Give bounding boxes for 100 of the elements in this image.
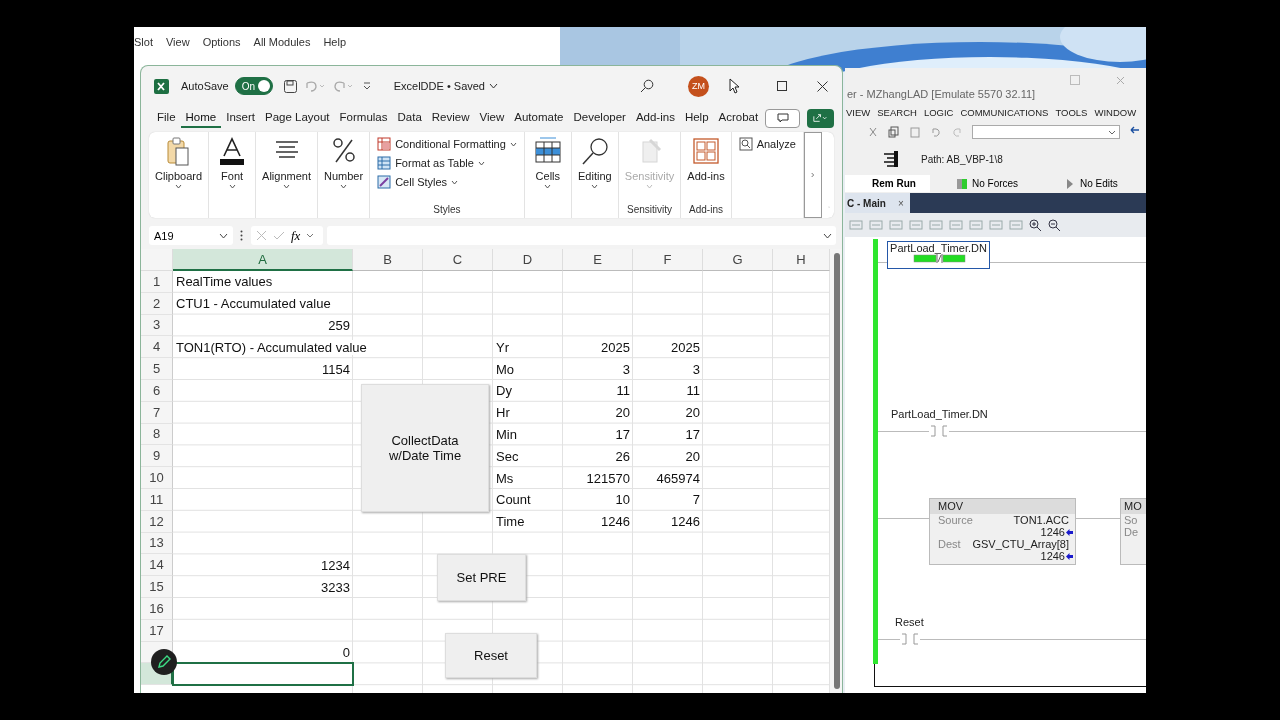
- maximize-icon[interactable]: [777, 81, 787, 91]
- column-header[interactable]: F: [633, 249, 703, 271]
- row-header[interactable]: 12: [141, 510, 173, 533]
- check-icon[interactable]: [273, 230, 285, 241]
- menu-item[interactable]: COMMUNICATIONS: [960, 106, 1049, 118]
- ribbon-tab[interactable]: Add-ins: [630, 108, 680, 128]
- row-header[interactable]: 13: [141, 532, 173, 555]
- ribbon-tab[interactable]: File: [152, 108, 181, 128]
- rung-edit-icon[interactable]: [849, 219, 863, 231]
- column-header[interactable]: G: [703, 249, 773, 271]
- menu-item[interactable]: Options: [202, 36, 241, 48]
- ribbon-tab[interactable]: Acrobat: [713, 108, 764, 128]
- row-header[interactable]: 3: [141, 314, 173, 337]
- ribbon-button[interactable]: Editing: [571, 136, 618, 215]
- ribbon-button[interactable]: Analyze: [736, 136, 798, 152]
- ribbon-tab[interactable]: Insert: [221, 108, 260, 128]
- column-header[interactable]: B: [353, 249, 423, 271]
- rung-edit-icon[interactable]: [989, 219, 1003, 231]
- row-header[interactable]: 9: [141, 445, 173, 468]
- row-header[interactable]: 11: [141, 488, 173, 511]
- vertical-scrollbar[interactable]: [830, 249, 842, 693]
- comments-button[interactable]: [765, 108, 800, 128]
- ribbon-tab[interactable]: Formulas: [334, 108, 393, 128]
- copy-icon[interactable]: [888, 126, 900, 138]
- formula-input[interactable]: [327, 226, 836, 245]
- autosave-toggle[interactable]: On: [234, 77, 273, 95]
- mov-block[interactable]: MO So De: [1120, 498, 1146, 565]
- ribbon-button[interactable]: Clipboard: [149, 136, 209, 215]
- ribbon-button[interactable]: Cell Styles: [375, 174, 519, 190]
- ribbon-button[interactable]: Alignment: [256, 136, 317, 215]
- paste-icon[interactable]: [909, 126, 921, 138]
- routine-tab[interactable]: C - Main ×: [845, 193, 910, 213]
- ribbon-tab[interactable]: Page Layout: [260, 108, 335, 128]
- rung-edit-icon[interactable]: [889, 219, 903, 231]
- row-header[interactable]: 14: [141, 554, 173, 577]
- undo-icon[interactable]: [930, 126, 942, 138]
- menu-item[interactable]: WINDOW: [1094, 106, 1137, 118]
- row-header[interactable]: 15: [141, 576, 173, 598]
- ribbon-tab[interactable]: Help: [679, 108, 714, 128]
- menu-item[interactable]: SEARCH: [877, 106, 917, 118]
- sheet-button[interactable]: Set PRE: [437, 554, 526, 601]
- rung-edit-icon[interactable]: [909, 219, 923, 231]
- sheet-button[interactable]: CollectData w/Date Time: [361, 384, 489, 512]
- menu-item[interactable]: Slot: [134, 36, 153, 48]
- row-header[interactable]: 8: [141, 423, 173, 446]
- menu-item[interactable]: LOGIC: [923, 106, 954, 118]
- undo-icon[interactable]: [303, 79, 326, 93]
- search-icon[interactable]: [640, 79, 654, 93]
- cancel-icon[interactable]: [256, 230, 267, 241]
- document-title[interactable]: ExcelDDE • Saved: [393, 80, 485, 92]
- ribbon-button[interactable]: Add-ins: [681, 136, 731, 204]
- sheet-button[interactable]: Reset: [445, 633, 537, 678]
- row-header[interactable]: 1: [141, 271, 173, 293]
- ribbon-tab[interactable]: Data: [392, 108, 427, 128]
- save-icon[interactable]: [282, 78, 298, 94]
- row-header[interactable]: 5: [141, 358, 173, 380]
- column-header[interactable]: A: [173, 249, 353, 271]
- menu-item[interactable]: All Modules: [253, 36, 311, 48]
- ribbon-button[interactable]: Font: [209, 136, 256, 215]
- close-tab-button[interactable]: ×: [897, 197, 904, 209]
- scrollbar-thumb[interactable]: [834, 253, 840, 689]
- customize-caret-icon[interactable]: [361, 81, 372, 91]
- contact-tag[interactable]: PartLoad_Timer.DN: [891, 408, 988, 420]
- row-header[interactable]: 10: [141, 467, 173, 489]
- contact-tag[interactable]: Reset: [895, 616, 924, 628]
- ribbon-tab[interactable]: Home: [180, 108, 222, 128]
- caret-icon[interactable]: [306, 233, 315, 238]
- rung-edit-icon[interactable]: [869, 219, 883, 231]
- more-options-icon[interactable]: [240, 230, 243, 241]
- ribbon-tab[interactable]: Developer: [568, 108, 631, 128]
- ribbon-button[interactable]: Format as Table: [375, 155, 519, 171]
- column-header[interactable]: D: [493, 249, 563, 271]
- share-button[interactable]: [807, 108, 834, 128]
- row-header[interactable]: 16: [141, 597, 173, 620]
- zoom-in-icon[interactable]: [1029, 218, 1042, 232]
- name-box[interactable]: A19: [149, 226, 233, 245]
- menu-item[interactable]: View: [165, 36, 190, 48]
- ribbon-tab[interactable]: View: [474, 108, 510, 128]
- row-header[interactable]: 4: [141, 336, 173, 359]
- column-header[interactable]: E: [563, 249, 633, 271]
- ribbon-button[interactable]: Number: [318, 136, 370, 215]
- mov-block[interactable]: MOV Source TON1.ACC 1246 Dest GSV_CTU_Array[8] 1246: [929, 498, 1076, 565]
- rung-edit-icon[interactable]: [969, 219, 983, 231]
- menu-item[interactable]: VIEW: [846, 106, 871, 118]
- redo-icon[interactable]: [331, 79, 354, 93]
- rung-edit-icon[interactable]: [949, 219, 963, 231]
- contact-instruction[interactable]: PartLoad_Timer.DN: [887, 241, 990, 269]
- selected-cell[interactable]: [173, 663, 353, 686]
- user-avatar[interactable]: ZM: [688, 75, 709, 97]
- ribbon-button[interactable]: Cells: [524, 136, 571, 215]
- expand-caret-icon[interactable]: [823, 232, 832, 239]
- row-header[interactable]: 6: [141, 380, 173, 402]
- menu-item[interactable]: Help: [323, 36, 347, 48]
- zoom-out-icon[interactable]: [1048, 218, 1061, 232]
- ribbon-tab[interactable]: Review: [426, 108, 475, 128]
- rung-edit-icon[interactable]: [929, 219, 943, 231]
- cut-icon[interactable]: [867, 126, 879, 138]
- ribbon-button[interactable]: Conditional Formatting: [375, 136, 519, 152]
- row-header[interactable]: 7: [141, 401, 173, 424]
- edit-pen-icon[interactable]: [151, 649, 177, 675]
